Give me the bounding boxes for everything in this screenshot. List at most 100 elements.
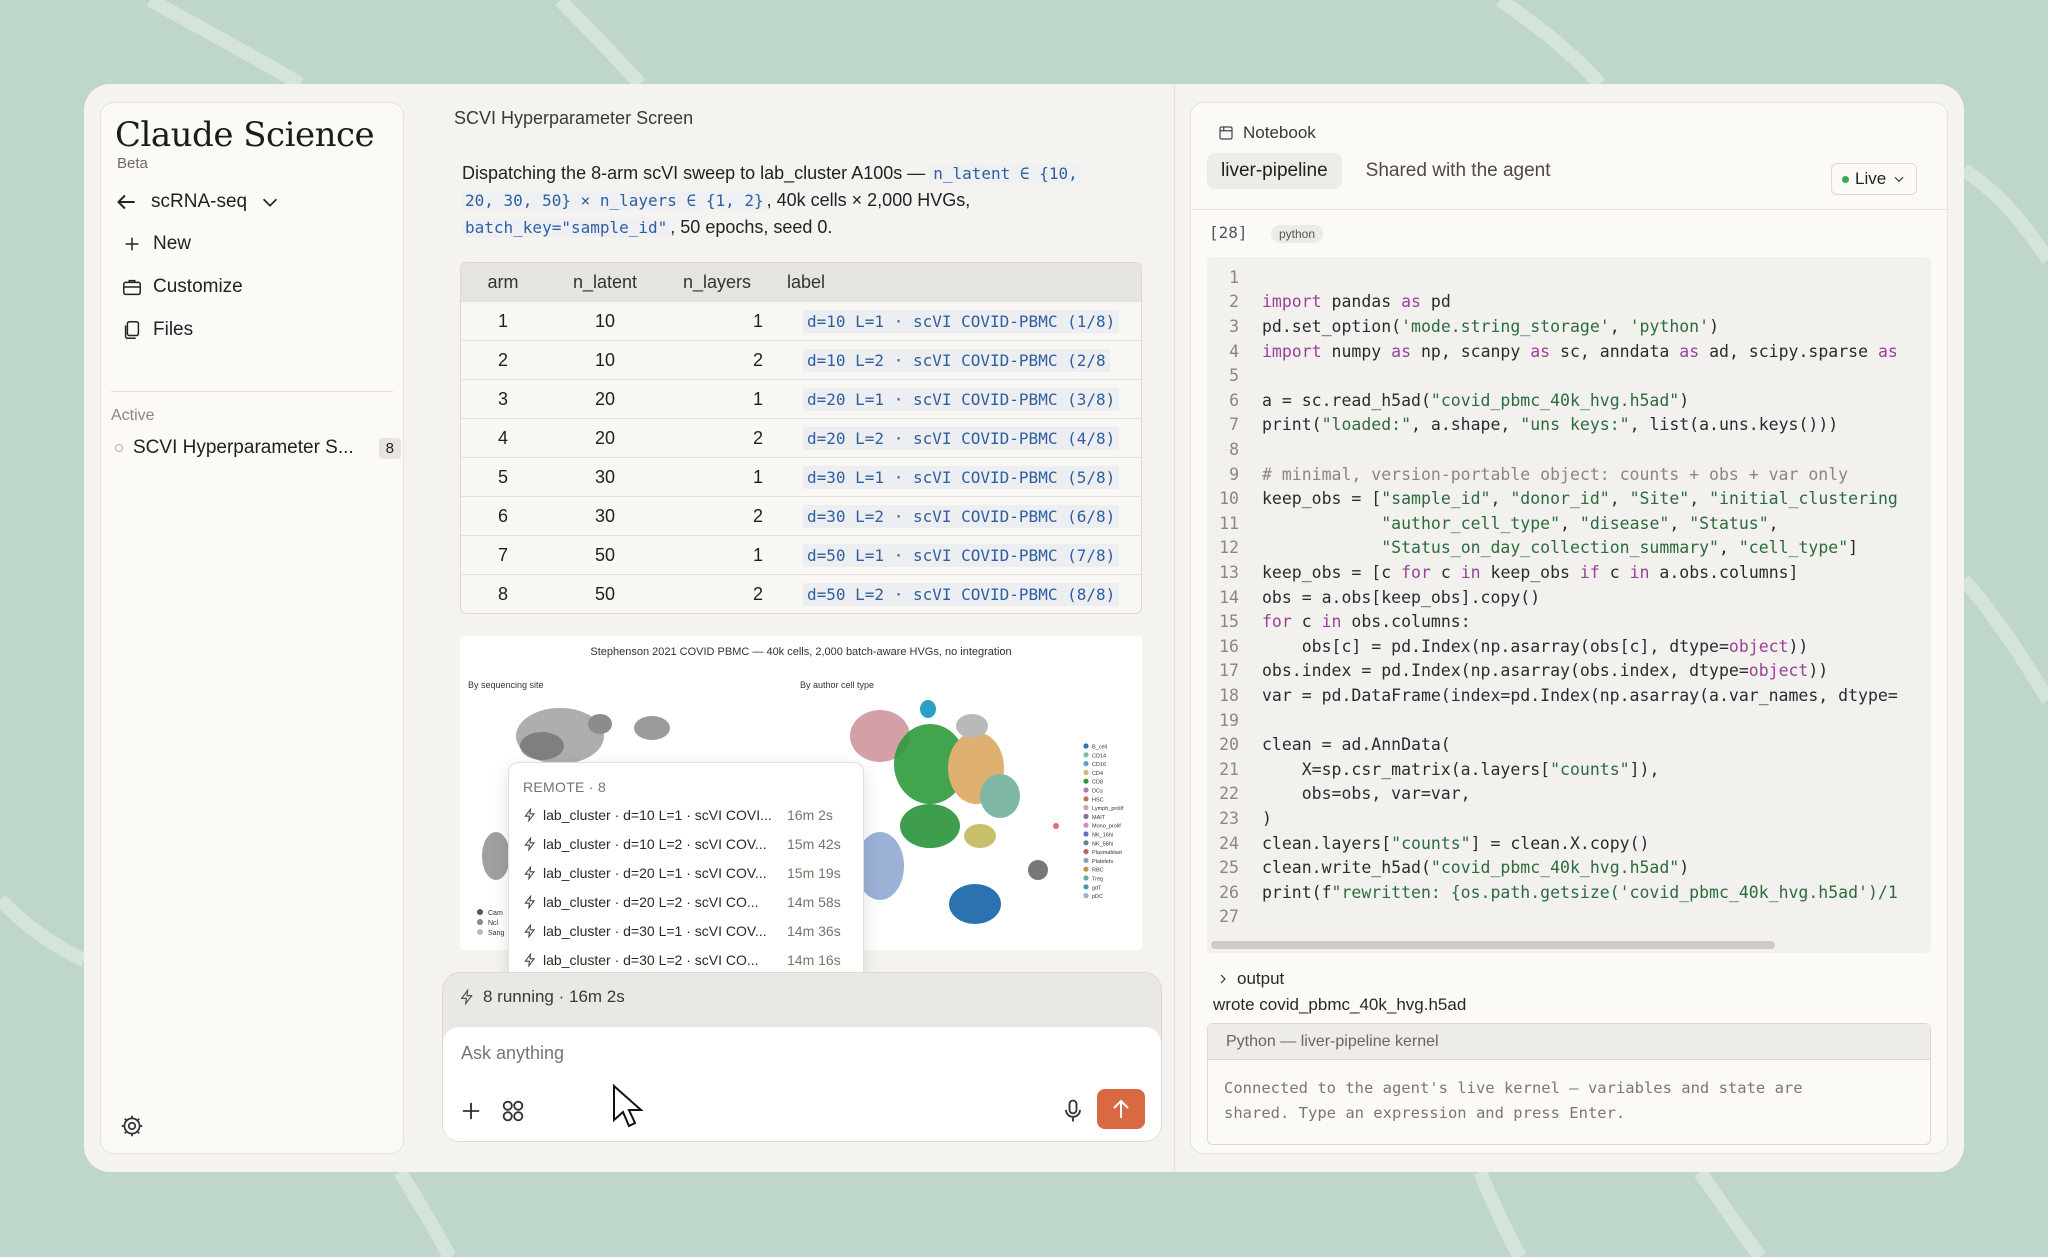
live-dropdown[interactable]: Live: [1831, 163, 1918, 195]
tab-liver-pipeline[interactable]: liver-pipeline: [1207, 153, 1342, 189]
legend-label: NK_16hi: [1092, 833, 1113, 839]
running-status[interactable]: 8 running · 16m 2s: [459, 987, 625, 1007]
legend-label: Cam: [488, 910, 503, 917]
code-line: 2 import pandas as pd: [1207, 290, 1451, 315]
active-session-label: SCVI Hyperparameter S...: [133, 437, 354, 458]
legend-marker: [1083, 866, 1089, 872]
table-row: 4 20 2 d=20 L=2 · scVI COVID-PBMC (4/8): [461, 418, 1141, 457]
notebook-icon: [1219, 126, 1233, 140]
code-line: 22 obs=obs, var=var,: [1207, 782, 1471, 807]
pane-divider[interactable]: [1174, 84, 1175, 1172]
line-number: 4: [1229, 341, 1239, 361]
session-count-badge: 8: [378, 437, 401, 459]
output-toggle[interactable]: output: [1217, 969, 1284, 989]
microphone-icon[interactable]: [1059, 1097, 1087, 1125]
code-line: 17 obs.index = pd.Index(np.asarray(obs.in…: [1207, 659, 1828, 684]
remote-job-time: 14m 58s: [787, 894, 841, 910]
table-cell: 1: [752, 544, 763, 565]
line-number: 16: [1219, 636, 1239, 656]
kernel-message[interactable]: Connected to the agent's live kernel — v…: [1208, 1060, 1858, 1142]
table-cell: 20: [594, 427, 616, 448]
horizontal-scrollbar[interactable]: [1211, 941, 1775, 949]
umap-site-legend: Cam Ncl Sang: [477, 909, 504, 937]
active-session-item[interactable]: SCVI Hyperparameter S... 8: [115, 437, 405, 459]
column-header: n_layers: [682, 271, 752, 292]
legend-marker: [1083, 884, 1089, 890]
table-cell: d=20 L=1 · scVI COVID-PBMC (3/8): [769, 387, 1141, 411]
code-text: "author_cell_type", "disease", "Status",: [1381, 513, 1779, 533]
project-name[interactable]: scRNA-seq: [151, 191, 247, 213]
code-line: 11 "author_cell_type", "disease", "Statu…: [1207, 511, 1779, 536]
chevron-down-icon[interactable]: [259, 191, 281, 213]
remote-job-item[interactable]: lab_cluster · d=10 L=1 · scVI COVI... 16…: [523, 807, 853, 823]
kernel-console[interactable]: Python — liver-pipeline kernel Connected…: [1207, 1023, 1931, 1145]
kernel-title: Python — liver-pipeline kernel: [1208, 1024, 1930, 1060]
table-body: 1 10 1 d=10 L=1 · scVI COVID-PBMC (1/8) 2 10 2…: [461, 301, 1141, 613]
new-button[interactable]: New: [121, 233, 191, 255]
line-number: 15: [1219, 612, 1239, 632]
code-line: 18 var = pd.DataFrame(index=pd.Index(np.a…: [1207, 683, 1898, 708]
active-section-header: Active: [111, 407, 155, 424]
output-toggle-label: output: [1237, 969, 1285, 988]
table-cell: 2: [752, 505, 763, 526]
table-row: 7 50 1 d=50 L=1 · scVI COVID-PBMC (7/8): [461, 535, 1141, 574]
table-cell: 6: [497, 505, 508, 526]
arm-label: d=10 L=2 · scVI COVID-PBMC (2/8: [803, 348, 1110, 372]
message-code: n_latent ∈ {10,: [930, 164, 1081, 183]
send-button[interactable]: [1097, 1089, 1145, 1129]
legend-label: pDC: [1092, 894, 1103, 900]
legend-marker: [1083, 778, 1089, 784]
line-number: 1: [1229, 267, 1239, 287]
remote-job-item[interactable]: lab_cluster · d=30 L=1 · scVI COV... 14m…: [523, 923, 853, 939]
table-cell: d=20 L=2 · scVI COVID-PBMC (4/8): [769, 426, 1141, 450]
table-row: 1 10 1 d=10 L=1 · scVI COVID-PBMC (1/8): [461, 301, 1141, 340]
code-text: import numpy as np, scanpy as sc, anndat…: [1262, 341, 1898, 361]
legend-label: Lymph_prolif: [1092, 806, 1124, 812]
chat-title: SCVI Hyperparameter Screen: [454, 108, 694, 128]
table-cell: 5: [497, 466, 508, 487]
code-line: 27: [1207, 905, 1262, 930]
legend-marker: [1083, 822, 1089, 828]
code-text: obs[c] = pd.Index(np.asarray(obs[c], dty…: [1262, 636, 1809, 656]
arrow-up-icon: [1113, 1099, 1129, 1118]
remote-job-item[interactable]: lab_cluster · d=20 L=2 · scVI CO... 14m …: [523, 894, 853, 910]
remote-job-item[interactable]: lab_cluster · d=20 L=1 · scVI COV... 15m…: [523, 865, 853, 881]
remote-job-item[interactable]: lab_cluster · d=30 L=2 · scVI CO... 14m …: [523, 952, 853, 968]
code-text: clean = ad.AnnData(: [1262, 735, 1451, 755]
tools-icon[interactable]: [499, 1097, 527, 1125]
legend-label: CD16: [1092, 762, 1106, 768]
remote-header: REMOTE · 8: [523, 779, 607, 795]
tab-shared-with-agent[interactable]: Shared with the agent: [1352, 153, 1565, 189]
settings-gear-icon[interactable]: [119, 1113, 145, 1139]
project-selector[interactable]: scRNA-seq: [113, 189, 281, 215]
table-row: 6 30 2 d=30 L=2 · scVI COVID-PBMC (6/8): [461, 496, 1141, 535]
table-cell: 10: [594, 349, 616, 370]
legend-label: Plasmablast: [1092, 850, 1122, 856]
ask-input[interactable]: [461, 1043, 1061, 1064]
code-line: 6 a = sc.read_h5ad("covid_pbmc_40k_hvg.h5…: [1207, 388, 1689, 413]
add-attachment-icon[interactable]: [457, 1097, 485, 1125]
files-button[interactable]: Files: [121, 319, 193, 341]
legend-marker: [1083, 787, 1089, 793]
back-arrow-icon[interactable]: [113, 189, 139, 215]
umap-celltype-legend: B_cell CD14 CD16 CD4 CD8 DCs HSC Lymph_prolif MA…: [1083, 743, 1124, 900]
legend-label: MAIT: [1092, 815, 1106, 821]
code-text: print("loaded:", a.shape, "uns keys:", l…: [1262, 415, 1839, 435]
table-cell: 2: [752, 349, 763, 370]
code-text: # minimal, version-portable object: coun…: [1262, 464, 1849, 484]
column-header: label: [787, 271, 826, 292]
code-cell[interactable]: 1 2 import pandas as pd 3 pd.set_option('mod…: [1207, 257, 1931, 953]
customize-button[interactable]: Customize: [121, 276, 243, 298]
column-header: arm: [487, 271, 519, 292]
arm-label: d=30 L=1 · scVI COVID-PBMC (5/8): [803, 465, 1120, 489]
legend-marker: [1083, 840, 1089, 846]
code-line: 10 keep_obs = ["sample_id", "donor_id", "…: [1207, 486, 1898, 511]
remote-job-item[interactable]: lab_cluster · d=10 L=2 · scVI COV... 15m…: [523, 836, 853, 852]
bolt-icon: [460, 988, 473, 1006]
table-cell: d=10 L=2 · scVI COVID-PBMC (2/8: [769, 348, 1141, 372]
table-cell: 4: [497, 427, 508, 448]
remote-jobs-popover: REMOTE · 8 lab_cluster · d=10 L=1 · scVI…: [508, 762, 864, 986]
code-line: 13 keep_obs = [c for c in keep_obs if c i…: [1207, 560, 1798, 585]
code-line: 24 clean.layers["counts"] = clean.X.copy(…: [1207, 831, 1649, 856]
legend-label: gdT: [1092, 885, 1102, 891]
